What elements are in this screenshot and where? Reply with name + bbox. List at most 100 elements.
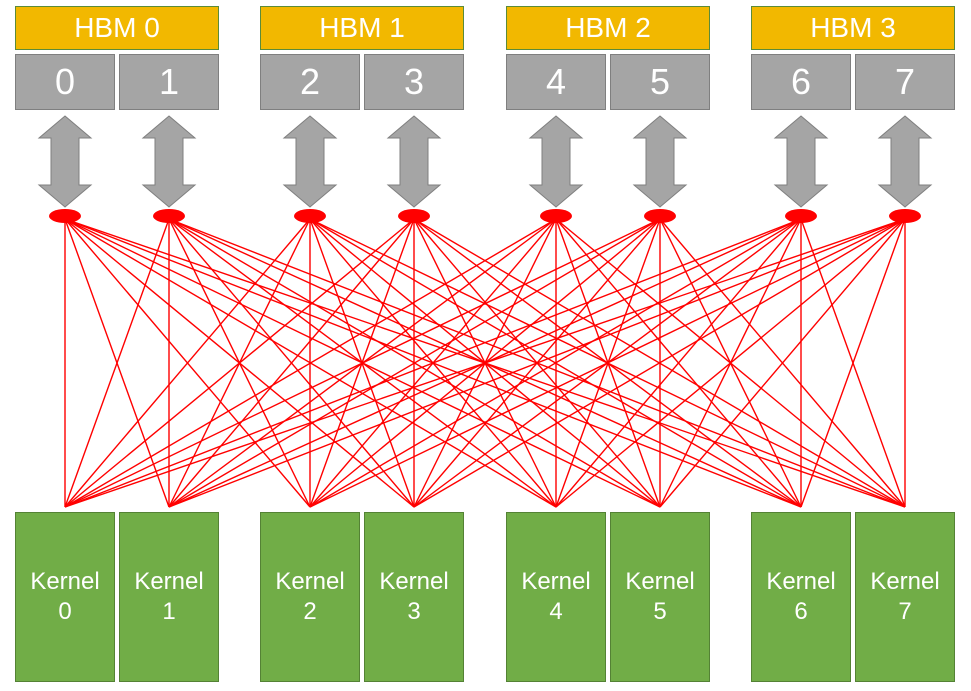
kernel-label: Kernel [134, 567, 203, 597]
kernel-index: 5 [653, 597, 666, 627]
crossbar-line [414, 219, 905, 507]
double-arrow-icon [39, 116, 91, 207]
hbm-header-3: HBM 3 [751, 6, 955, 50]
crossbar-line [169, 219, 660, 507]
hbm-header-2: HBM 2 [506, 6, 710, 50]
kernel-label: Kernel [625, 567, 694, 597]
crossbar-line [169, 219, 556, 507]
crossbar-line [310, 219, 556, 507]
crossbar-line [414, 219, 556, 507]
port-box-6: 6 [751, 54, 851, 110]
port-box-5: 5 [610, 54, 710, 110]
crossbar-line [556, 219, 660, 507]
crossbar-line [65, 219, 905, 507]
crossbar-line [414, 219, 801, 507]
crossbar-line [65, 219, 169, 507]
crossbar-line [414, 219, 905, 507]
kernel-box-6: Kernel6 [751, 512, 851, 682]
crossbar-line [660, 219, 801, 507]
kernel-box-1: Kernel1 [119, 512, 219, 682]
crossbar-line [65, 219, 556, 507]
crossbar-line [65, 219, 310, 507]
kernel-index: 3 [407, 597, 420, 627]
crossbar-line [169, 219, 556, 507]
crossbar-line [310, 219, 801, 507]
crossbar-line [660, 219, 905, 507]
kernel-box-3: Kernel3 [364, 512, 464, 682]
crossbar-line [65, 219, 414, 507]
crossbar-node-6 [785, 209, 817, 223]
crossbar-node-1 [153, 209, 185, 223]
crossbar-line [65, 219, 169, 507]
crossbar-line [169, 219, 801, 507]
kernel-label: Kernel [521, 567, 590, 597]
crossbar-line [65, 219, 556, 507]
kernel-label: Kernel [766, 567, 835, 597]
crossbar-line [65, 219, 414, 507]
crossbar-line [414, 219, 556, 507]
crossbar-line [65, 219, 310, 507]
double-arrow-icon [388, 116, 440, 207]
crossbar-line [65, 219, 660, 507]
port-box-1: 1 [119, 54, 219, 110]
crossbar-line [414, 219, 660, 507]
crossbar-line [169, 219, 660, 507]
crossbar-line [556, 219, 905, 507]
crossbar-line [414, 219, 801, 507]
crossbar-line [169, 219, 414, 507]
crossbar-line [310, 219, 905, 507]
crossbar-line [169, 219, 414, 507]
crossbar-node-5 [644, 209, 676, 223]
double-arrow-icon [634, 116, 686, 207]
kernel-index: 2 [303, 597, 316, 627]
kernel-label: Kernel [275, 567, 344, 597]
kernel-box-7: Kernel7 [855, 512, 955, 682]
double-arrow-icon [530, 116, 582, 207]
crossbar-line [660, 219, 801, 507]
crossbar-line [660, 219, 905, 507]
crossbar-line [801, 219, 905, 507]
hbm-header-0: HBM 0 [15, 6, 219, 50]
crossbar-line [556, 219, 801, 507]
crossbar-line [310, 219, 660, 507]
double-arrow-icon [879, 116, 931, 207]
double-arrow-icon [775, 116, 827, 207]
crossbar-node-4 [540, 209, 572, 223]
kernel-index: 4 [549, 597, 562, 627]
crossbar-line [169, 219, 905, 507]
port-box-0: 0 [15, 54, 115, 110]
port-box-7: 7 [855, 54, 955, 110]
crossbar-line [414, 219, 660, 507]
crossbar-line [310, 219, 556, 507]
kernel-index: 0 [58, 597, 71, 627]
crossbar-line [801, 219, 905, 507]
crossbar-node-0 [49, 209, 81, 223]
crossbar-line [65, 219, 660, 507]
kernel-index: 1 [162, 597, 175, 627]
crossbar-line [556, 219, 660, 507]
kernel-box-0: Kernel0 [15, 512, 115, 682]
crossbar-line [310, 219, 414, 507]
crossbar-node-2 [294, 209, 326, 223]
double-arrow-icon [143, 116, 195, 207]
crossbar-line [310, 219, 414, 507]
kernel-index: 7 [898, 597, 911, 627]
crossbar-line [65, 219, 801, 507]
crossbar-line [310, 219, 905, 507]
kernel-box-2: Kernel2 [260, 512, 360, 682]
kernel-label: Kernel [30, 567, 99, 597]
hbm-header-1: HBM 1 [260, 6, 464, 50]
crossbar-line [65, 219, 801, 507]
crossbar-node-7 [889, 209, 921, 223]
kernel-box-5: Kernel5 [610, 512, 710, 682]
double-arrow-icon [284, 116, 336, 207]
kernel-box-4: Kernel4 [506, 512, 606, 682]
port-box-4: 4 [506, 54, 606, 110]
crossbar-line [556, 219, 905, 507]
crossbar-line [556, 219, 801, 507]
crossbar-line [310, 219, 801, 507]
kernel-index: 6 [794, 597, 807, 627]
crossbar-line [169, 219, 310, 507]
crossbar-line [169, 219, 905, 507]
crossbar-line [169, 219, 310, 507]
